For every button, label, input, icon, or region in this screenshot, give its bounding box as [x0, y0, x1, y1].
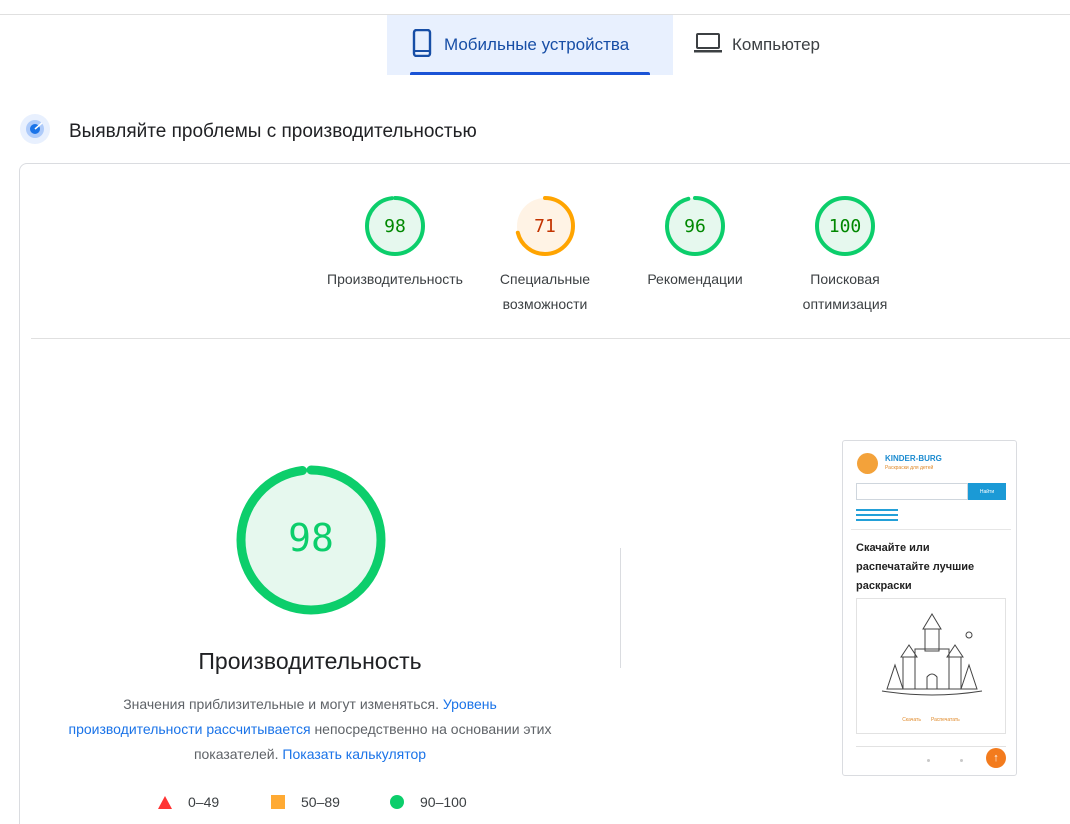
red-triangle-icon	[158, 795, 172, 809]
gauge-accessibility-label: Специальные возможности	[499, 271, 591, 312]
gauge-seo-ring: 100	[815, 196, 875, 256]
gauge-seo-label: Поисковая оптимизация	[802, 271, 888, 312]
performance-radar-icon	[20, 114, 50, 149]
desc-text-1: Значения приблизительные и могут изменят…	[123, 696, 439, 712]
section-title: Выявляйте проблемы с производительностью	[69, 120, 477, 142]
tab-mobile[interactable]: Мобильные устройства	[387, 15, 673, 75]
arrow-up-icon: ↑	[986, 748, 1006, 768]
gauge-performance-value: 98	[384, 216, 406, 237]
gauge-performance-ring: 98	[365, 196, 425, 256]
gauge-performance[interactable]: 98 Производительность	[320, 195, 470, 292]
scores-divider	[31, 338, 1070, 339]
legend-average: 50–89	[271, 794, 340, 810]
preview-download: Скачать	[902, 717, 921, 723]
preview-footer	[856, 746, 1006, 775]
gauge-seo[interactable]: 100 Поисковая оптимизация	[770, 195, 920, 317]
preview-menu-icon	[856, 509, 898, 524]
gauge-accessibility[interactable]: 71 Специальные возможности	[470, 195, 620, 317]
gauge-performance-label: Производительность	[327, 271, 463, 287]
preview-separator	[851, 529, 1011, 530]
tab-desktop[interactable]: Компьютер	[694, 15, 874, 75]
laptop-icon	[694, 32, 722, 59]
gauge-accessibility-value: 71	[534, 216, 556, 237]
performance-big-value: 98	[288, 516, 334, 560]
gauge-accessibility-ring: 71	[515, 196, 575, 256]
orange-square-icon	[271, 795, 285, 809]
legend-average-range: 50–89	[301, 794, 340, 810]
section-heading: Выявляйте проблемы с производительностью	[20, 114, 477, 149]
legend-fail-range: 0–49	[188, 794, 220, 810]
legend-pass-range: 90–100	[420, 794, 467, 810]
preview-search-field	[856, 483, 968, 500]
mobile-icon	[412, 28, 432, 62]
preview-heading: Скачайте или распечатайте лучшие раскрас…	[856, 542, 975, 592]
castle-icon	[881, 613, 983, 696]
gauge-seo-value: 100	[829, 216, 862, 237]
tab-mobile-label: Мобильные устройства	[444, 35, 630, 54]
show-calculator-link[interactable]: Показать калькулятор	[282, 746, 426, 762]
preview-castle-image	[856, 598, 1006, 734]
page-screenshot-preview: KINDER-BURG Раскраски для детей Найти Ск…	[842, 440, 1017, 776]
preview-print: Распечатать	[930, 717, 960, 723]
performance-big-gauge: 98	[234, 463, 388, 622]
gauge-best-practices[interactable]: 96 Рекомендации	[620, 195, 770, 292]
preview-actions: Скачать Распечатать	[856, 717, 1006, 723]
preview-tagline: Раскраски для детей	[885, 465, 934, 471]
legend-fail: 0–49	[158, 794, 219, 810]
tab-desktop-label: Компьютер	[732, 35, 820, 54]
performance-title: Производительность	[198, 648, 422, 674]
preview-brand: KINDER-BURG	[885, 454, 942, 463]
legend-pass: 90–100	[390, 794, 467, 810]
performance-description: Значения приблизительные и могут изменят…	[60, 692, 560, 767]
tab-active-indicator	[410, 72, 650, 75]
gauge-best-practices-ring: 96	[665, 196, 725, 256]
preview-dot	[960, 759, 963, 762]
green-circle-icon	[390, 795, 404, 809]
preview-search-button: Найти	[968, 483, 1006, 500]
gauge-best-practices-value: 96	[684, 216, 706, 237]
vertical-divider	[620, 548, 621, 668]
preview-dot	[927, 759, 930, 762]
preview-logo	[857, 453, 878, 474]
gauge-best-practices-label: Рекомендации	[647, 271, 743, 287]
